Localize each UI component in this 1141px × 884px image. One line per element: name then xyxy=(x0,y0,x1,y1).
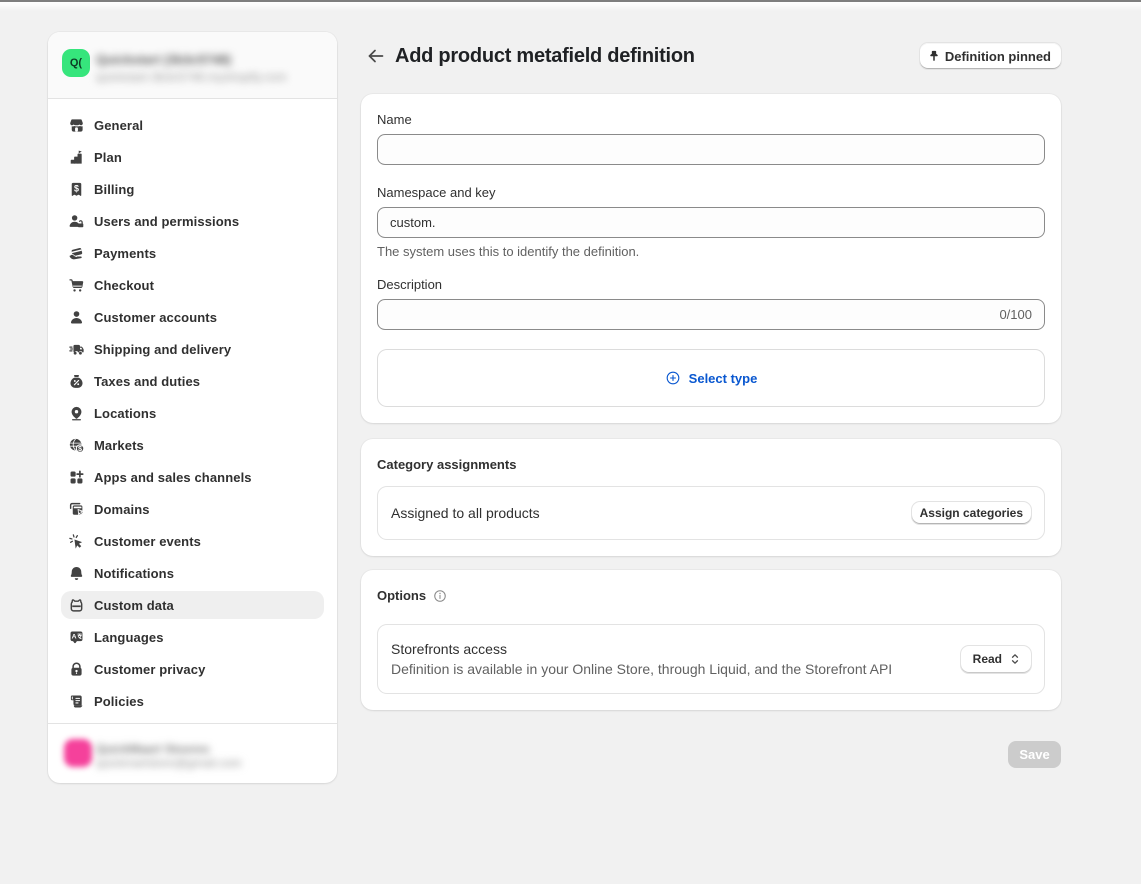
svg-text:A: A xyxy=(72,633,77,640)
svg-text:$: $ xyxy=(78,444,82,453)
svg-text:$: $ xyxy=(74,183,79,193)
